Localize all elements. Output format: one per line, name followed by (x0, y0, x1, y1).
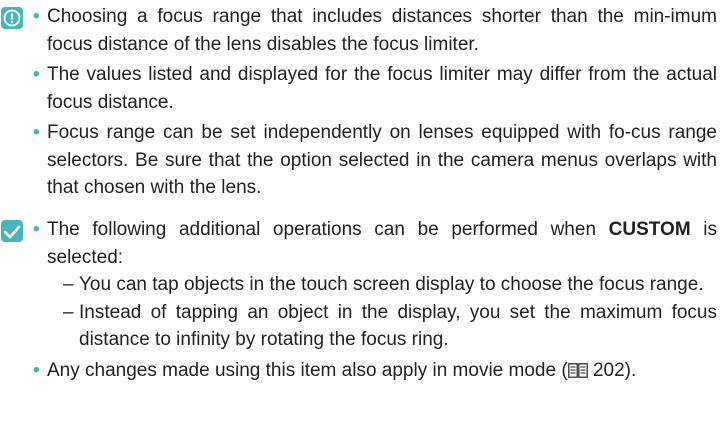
bullet: • (33, 219, 40, 240)
dash: – (63, 274, 74, 295)
caution-item: • Choosing a focus range that includes d… (33, 3, 717, 58)
caution-item: • The values listed and displayed for th… (33, 61, 717, 116)
tip-item-text-before: The following additional operations can … (47, 219, 609, 240)
tip-subitem: – Instead of tapping an object in the di… (47, 299, 717, 354)
tip-item: • The following additional operations ca… (33, 216, 717, 354)
caution-item: • Focus range can be set independently o… (33, 119, 717, 202)
tip-subitems: – You can tap objects in the touch scree… (47, 271, 717, 354)
page-reference[interactable]: 202 (593, 360, 625, 381)
tip-item-text-before: Any changes made using this item also ap… (47, 359, 568, 381)
tip-item: • Any changes made using this item also … (33, 357, 717, 385)
caution-item-text: Focus range can be set independently on … (47, 122, 717, 198)
caution-item-text: Choosing a focus range that includes dis… (47, 6, 717, 55)
bullet: • (33, 359, 40, 381)
caution-list: • Choosing a focus range that includes d… (33, 3, 717, 202)
bullet: • (33, 64, 40, 85)
tip-check-icon (1, 220, 23, 242)
tip-list: • The following additional operations ca… (33, 216, 717, 384)
caution-circle-icon (1, 7, 23, 29)
dash: – (63, 301, 74, 323)
bullet: • (33, 6, 40, 27)
bullet: • (33, 122, 40, 143)
tip-subitem-text: Instead of tapping an object in the disp… (79, 301, 717, 351)
book-page-ref-icon (567, 359, 588, 378)
tip-item-text-after: ). (624, 359, 637, 381)
custom-keyword: CUSTOM (608, 219, 691, 240)
tip-subitem: – You can tap objects in the touch scree… (47, 271, 717, 299)
caution-item-text: The values listed and displayed for the … (47, 64, 717, 113)
tip-subitem-text: You can tap objects in the touch screen … (79, 274, 704, 295)
